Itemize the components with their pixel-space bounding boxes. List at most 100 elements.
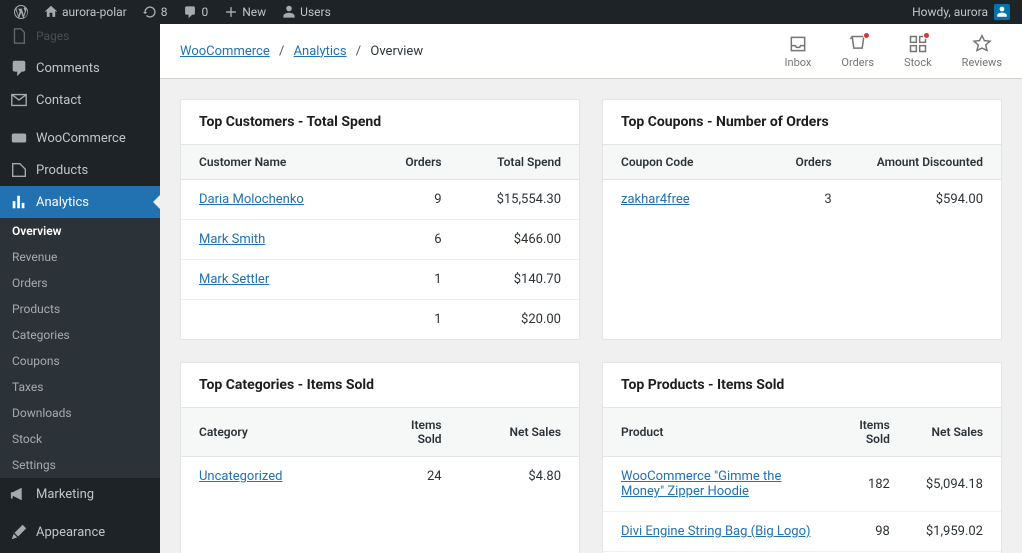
pages-icon [10, 27, 28, 45]
submenu-products[interactable]: Products [0, 296, 160, 322]
table-row: Mark Smith6$466.00 [181, 220, 579, 260]
table-row: Daria Molochenko9$15,554.30 [181, 180, 579, 220]
product-link[interactable]: Divi Engine String Bag (Big Logo) [621, 524, 811, 539]
analytics-icon [10, 193, 28, 211]
menu-appearance[interactable]: Appearance [0, 516, 160, 548]
submenu-revenue[interactable]: Revenue [0, 244, 160, 270]
customer-link[interactable]: Mark Smith [199, 232, 265, 247]
table-row: WooCommerce "Gimme the Money" Zipper Hoo… [603, 457, 1001, 512]
category-link[interactable]: Uncategorized [199, 469, 282, 484]
col-amount-discounted: Amount Discounted [850, 145, 1001, 180]
submenu-downloads[interactable]: Downloads [0, 400, 160, 426]
coupons-table: Coupon Code Orders Amount Discounted zak… [603, 145, 1001, 219]
wordpress-icon [14, 5, 28, 19]
col-items-sold: Items Sold [372, 408, 460, 457]
breadcrumb-woocommerce[interactable]: WooCommerce [180, 44, 270, 59]
menu-analytics[interactable]: Analytics [0, 186, 160, 218]
coupon-link[interactable]: zakhar4free [621, 192, 690, 207]
col-orders: Orders [762, 145, 850, 180]
breadcrumb-sep: / [279, 44, 284, 59]
woocommerce-icon [10, 129, 28, 147]
menu-products[interactable]: Products [0, 154, 160, 186]
customer-link[interactable]: Mark Settler [199, 272, 269, 287]
mail-icon [10, 91, 28, 109]
card-title: Top Customers - Total Spend [181, 100, 579, 145]
star-icon [972, 34, 992, 54]
menu-plugins[interactable]: Plugins4 [0, 548, 160, 553]
col-orders: Orders [372, 145, 460, 180]
home-icon [44, 5, 58, 19]
howdy-account[interactable]: Howdy, aurora [906, 4, 1016, 20]
wp-logo[interactable] [6, 0, 36, 24]
site-name-text: aurora-polar [62, 5, 127, 19]
admin-bar: aurora-polar 8 0 New Users Howdy, aurora [0, 0, 1022, 24]
customer-link[interactable]: Daria Molochenko [199, 192, 304, 207]
customers-table: Customer Name Orders Total Spend Daria M… [181, 145, 579, 339]
products-icon [10, 161, 28, 179]
site-name-link[interactable]: aurora-polar [36, 0, 135, 24]
col-product: Product [603, 408, 829, 457]
comments-link[interactable]: 0 [175, 0, 216, 24]
breadcrumb: WooCommerce / Analytics / Overview [180, 44, 423, 59]
card-top-products: Top Products - Items Sold Product Items … [602, 362, 1002, 553]
submenu-settings[interactable]: Settings [0, 452, 160, 478]
submenu-taxes[interactable]: Taxes [0, 374, 160, 400]
activity-reviews[interactable]: Reviews [962, 34, 1002, 69]
dashboard: Top Customers - Total Spend Customer Nam… [160, 79, 1022, 553]
megaphone-icon [10, 485, 28, 503]
inbox-icon [788, 34, 808, 54]
card-top-customers: Top Customers - Total Spend Customer Nam… [180, 99, 580, 340]
table-row: Uncategorized24$4.80 [181, 457, 579, 497]
activity-stock[interactable]: Stock [904, 34, 932, 69]
menu-comments[interactable]: Comments [0, 52, 160, 84]
col-net-sales: Net Sales [908, 408, 1001, 457]
table-row: Divi Engine String Bag (Big Logo)98$1,95… [603, 512, 1001, 552]
brush-icon [10, 523, 28, 541]
breadcrumb-overview: Overview [370, 44, 423, 59]
col-total-spend: Total Spend [460, 145, 579, 180]
new-label: New [242, 5, 266, 19]
content-area: WooCommerce / Analytics / Overview Inbox… [160, 24, 1022, 553]
submenu-orders[interactable]: Orders [0, 270, 160, 296]
update-icon [143, 5, 157, 19]
card-title: Top Categories - Items Sold [181, 363, 579, 408]
breadcrumb-analytics[interactable]: Analytics [294, 44, 347, 59]
submenu-categories[interactable]: Categories [0, 322, 160, 348]
card-title: Top Products - Items Sold [603, 363, 1001, 408]
menu-pages[interactable]: Pages [0, 24, 160, 52]
users-link-top[interactable]: Users [274, 0, 339, 24]
activity-orders[interactable]: Orders [841, 34, 874, 69]
col-coupon-code: Coupon Code [603, 145, 762, 180]
table-row: Mark Settler1$140.70 [181, 260, 579, 300]
col-items-sold: Items Sold [829, 408, 908, 457]
activity-panel: Inbox Orders Stock Reviews [785, 34, 1002, 69]
menu-contact[interactable]: Contact [0, 84, 160, 116]
submenu-overview[interactable]: Overview [0, 218, 160, 244]
activity-inbox[interactable]: Inbox [785, 34, 812, 69]
user-icon [282, 5, 296, 19]
stock-icon [908, 34, 928, 54]
updates-link[interactable]: 8 [135, 0, 176, 24]
notification-dot [923, 32, 930, 39]
card-top-coupons: Top Coupons - Number of Orders Coupon Co… [602, 99, 1002, 340]
menu-marketing[interactable]: Marketing [0, 478, 160, 510]
orders-icon [848, 34, 868, 54]
analytics-submenu: Overview Revenue Orders Products Categor… [0, 218, 160, 478]
avatar-icon [994, 4, 1010, 20]
updates-count: 8 [161, 5, 168, 19]
col-customer-name: Customer Name [181, 145, 372, 180]
table-row: 1$20.00 [181, 300, 579, 340]
notification-dot [863, 32, 870, 39]
submenu-coupons[interactable]: Coupons [0, 348, 160, 374]
products-table: Product Items Sold Net Sales WooCommerce… [603, 408, 1001, 553]
breadcrumb-sep: / [356, 44, 361, 59]
howdy-text: Howdy, aurora [912, 5, 988, 19]
product-link[interactable]: WooCommerce "Gimme the Money" Zipper Hoo… [621, 469, 781, 499]
comment-icon [183, 5, 197, 19]
users-label: Users [300, 5, 331, 19]
new-content-link[interactable]: New [216, 0, 274, 24]
menu-woocommerce[interactable]: WooCommerce [0, 122, 160, 154]
card-title: Top Coupons - Number of Orders [603, 100, 1001, 145]
submenu-stock[interactable]: Stock [0, 426, 160, 452]
page-topbar: WooCommerce / Analytics / Overview Inbox… [160, 24, 1022, 79]
